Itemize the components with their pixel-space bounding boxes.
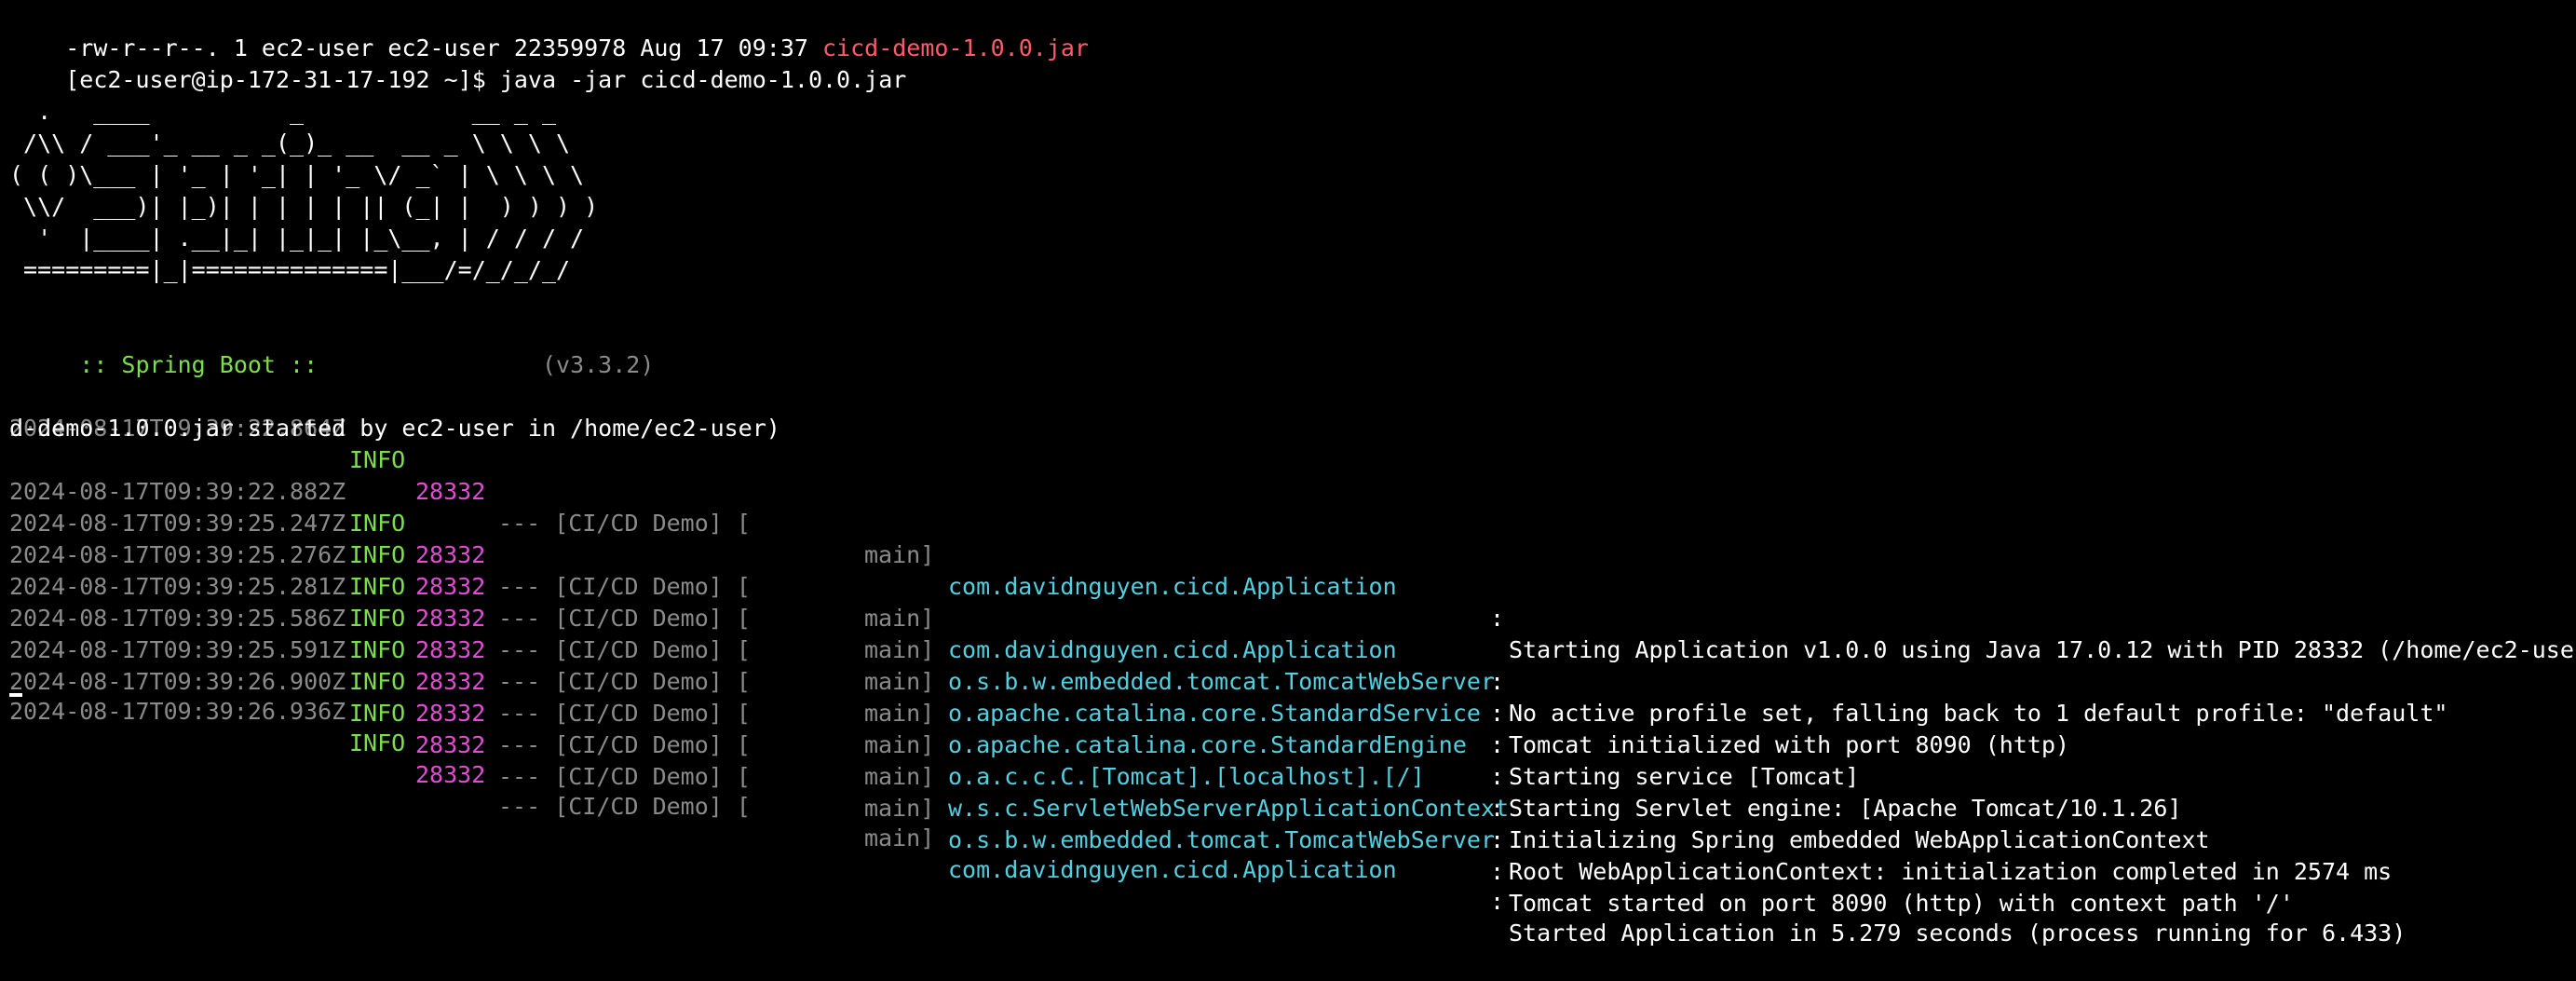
- log-level: INFO: [349, 700, 406, 727]
- log-message: Root WebApplicationContext: initializati…: [1509, 858, 2393, 885]
- banner-line: ( ( )\___ | '_ | '_| | '_ \/ _` | \ \ \ …: [9, 161, 585, 188]
- log-thread: main]: [864, 700, 935, 727]
- log-pid: 28332: [415, 731, 486, 758]
- log-level: INFO: [349, 729, 406, 756]
- spring-boot-label: :: Spring Boot ::: [65, 351, 332, 378]
- log-thread: main]: [864, 824, 935, 852]
- java-command: java -jar cicd-demo-1.0.0.jar: [499, 66, 907, 93]
- log-logger: o.s.b.w.embedded.tomcat.TomcatWebServer: [948, 826, 1495, 853]
- spring-boot-version-line: :: Spring Boot :: (v3.3.2): [9, 318, 654, 378]
- log-line: 2024-08-17T09:39:25.586Z INFO 28332 --- …: [9, 571, 2570, 853]
- log-thread: main]: [864, 795, 935, 822]
- log-thread: main]: [864, 763, 935, 790]
- log-colon: :: [1490, 888, 1505, 915]
- log-colon: :: [1490, 858, 1505, 885]
- log-continuation: d-demo-1.0.0.jar started by ec2-user in …: [9, 415, 780, 442]
- log-line: 2024-08-17T09:39:25.591Z INFO 28332 --- …: [9, 603, 2570, 885]
- log-colon: :: [1490, 700, 1505, 727]
- log-message: Tomcat started on port 8090 (http) with …: [1509, 890, 2294, 917]
- banner-line: =========|_|==============|___/=/_/_/_/: [9, 256, 571, 283]
- log-colon: :: [1490, 731, 1505, 758]
- banner-line: . ____ _ __ _ _: [9, 98, 556, 125]
- log-line: 2024-08-17T09:39:26.936Z INFO 28332 --- …: [9, 664, 2570, 947]
- log-message: Tomcat initialized with port 8090 (http): [1509, 731, 2070, 758]
- log-pid: 28332: [415, 700, 486, 727]
- log-app-name: --- [CI/CD Demo] [: [498, 731, 751, 758]
- log-line: 2024-08-17T09:39:25.247Z INFO 28332 --- …: [9, 476, 2570, 758]
- log-timestamp: 2024-08-17T09:39:26.936Z: [9, 698, 346, 725]
- log-line: 2024-08-17T09:39:22.882Z INFO 28332 --- …: [9, 444, 2570, 727]
- log-line: 2024-08-17T09:39:25.276Z INFO 28332 --- …: [9, 508, 2570, 790]
- log-line: 2024-08-17T09:39:22.864Z INFO 28332 --- …: [9, 381, 2576, 663]
- log-line: 2024-08-17T09:39:25.281Z INFO 28332 --- …: [9, 539, 2570, 822]
- banner-line: \\/ ___)| |_)| | | | | || (_| | ) ) ) ): [9, 193, 599, 220]
- log-logger: o.apache.catalina.core.StandardService: [948, 700, 1481, 727]
- log-thread: main]: [864, 731, 935, 758]
- log-logger: o.a.c.c.C.[Tomcat].[localhost].[/]: [948, 763, 1425, 790]
- command-prompt-line: [ec2-user@ip-172-31-17-192 ~]$ java -jar…: [9, 33, 906, 93]
- terminal-window[interactable]: -rw-r--r--. 1 ec2-user ec2-user 22359978…: [9, 0, 2576, 947]
- log-message: Started Application in 5.279 seconds (pr…: [1509, 920, 2407, 947]
- log-logger: com.davidnguyen.cicd.Application: [948, 856, 1397, 883]
- log-line: 2024-08-17T09:39:26.900Z INFO 28332 --- …: [9, 634, 2570, 917]
- spring-boot-version: (v3.3.2): [332, 351, 655, 378]
- log-message: No active profile set, falling back to 1…: [1509, 700, 2448, 727]
- log-message: Starting Servlet engine: [Apache Tomcat/…: [1509, 795, 2182, 822]
- log-logger: o.apache.catalina.core.StandardEngine: [948, 731, 1467, 758]
- log-message: Initializing Spring embedded WebApplicat…: [1509, 826, 2210, 853]
- log-colon: :: [1490, 763, 1505, 790]
- log-app-name: --- [CI/CD Demo] [: [498, 793, 751, 820]
- log-pid: 28332: [415, 761, 486, 788]
- log-message: Starting service [Tomcat]: [1509, 763, 1860, 790]
- terminal-cursor: [9, 693, 22, 697]
- ls-output-line: -rw-r--r--. 1 ec2-user ec2-user 22359978…: [9, 1, 1089, 61]
- log-app-name: --- [CI/CD Demo] [: [498, 700, 751, 727]
- log-logger: w.s.c.ServletWebServerApplicationContext: [948, 795, 1510, 822]
- banner-line: ' |____| .__|_| |_|_| |_\__, | / / / /: [9, 225, 585, 252]
- banner-line: /\\ / ___'_ __ _ _(_)_ __ __ _ \ \ \ \: [9, 129, 571, 157]
- shell-prompt: [ec2-user@ip-172-31-17-192 ~]$: [65, 66, 500, 93]
- log-app-name: --- [CI/CD Demo] [: [498, 763, 751, 790]
